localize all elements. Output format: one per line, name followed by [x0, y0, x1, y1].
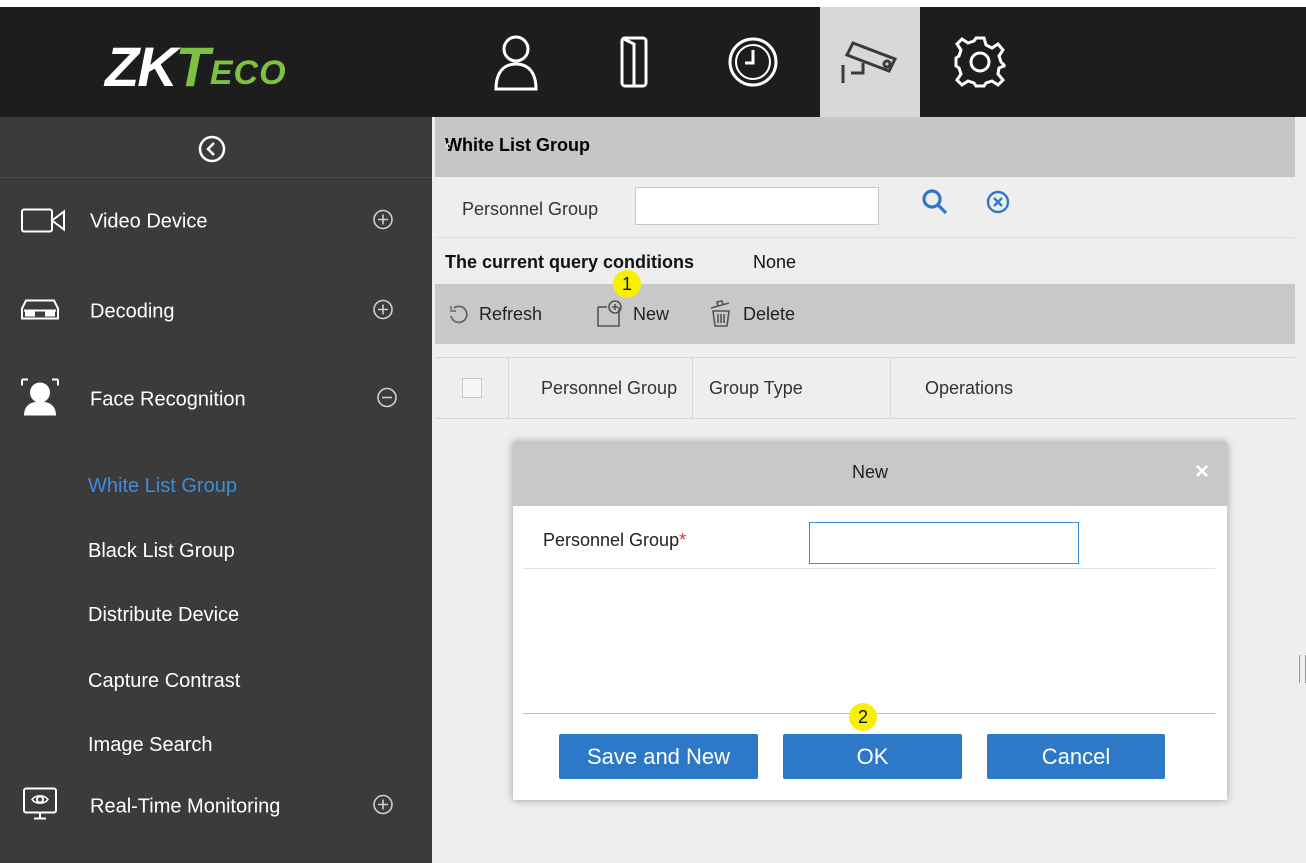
add-document-icon: [597, 300, 622, 327]
face-icon: [20, 378, 60, 423]
dialog-title: New: [851, 462, 888, 482]
refresh-button[interactable]: Refresh: [447, 284, 542, 344]
page-title-bar: White List Group ‹: [435, 117, 1295, 177]
sidebar: Video Device Decoding Face Recognition W…: [0, 117, 432, 863]
sidebar-menu-real-time-monitoring[interactable]: Real-Time Monitoring: [0, 777, 432, 837]
sidebar-item-black-list-group[interactable]: Black List Group: [88, 540, 235, 563]
save-and-new-button[interactable]: Save and New: [559, 734, 758, 779]
expand-icon[interactable]: [372, 794, 394, 821]
zkteco-logo: ZK T ECO: [105, 35, 287, 95]
sidebar-menu-label: Real-Time Monitoring: [90, 795, 281, 818]
expand-icon[interactable]: [372, 209, 394, 236]
search-icon[interactable]: [920, 187, 950, 222]
close-icon[interactable]: ×: [1195, 460, 1209, 484]
logo-eco: ECO: [209, 54, 287, 92]
sidebar-item-capture-contrast[interactable]: Capture Contrast: [88, 670, 240, 693]
sidebar-item-white-list-group[interactable]: White List Group: [88, 475, 237, 498]
query-conditions-value: None: [753, 252, 797, 272]
field-label-text: Personnel Group: [543, 530, 680, 550]
person-icon[interactable]: [466, 7, 566, 117]
sidebar-collapse-icon[interactable]: [197, 134, 227, 164]
toolbar: Refresh New Delete: [435, 284, 1295, 344]
sidebar-item-distribute-device[interactable]: Distribute Device: [88, 604, 239, 627]
decoder-icon: [20, 299, 60, 326]
clear-filter-icon[interactable]: [985, 189, 1011, 220]
dialog-divider: [523, 568, 1215, 569]
column-header-group-type[interactable]: Group Type: [693, 358, 891, 418]
resize-handle[interactable]: [1299, 655, 1306, 683]
query-conditions: The current query conditions None: [435, 238, 1295, 284]
refresh-icon: [450, 305, 468, 324]
personnel-group-field-label: Personnel Group*: [543, 530, 686, 551]
delete-label: Delete: [743, 303, 796, 324]
trash-icon: [710, 300, 730, 327]
select-all-cell: [435, 358, 509, 418]
new-group-dialog: New × Personnel Group* Save and New OK C…: [513, 442, 1227, 800]
sidebar-menu-label: Face Recognition: [90, 388, 246, 411]
dialog-header: New ×: [513, 442, 1227, 506]
logo-zk: ZK: [105, 35, 178, 98]
door-icon[interactable]: [584, 7, 684, 117]
cancel-button[interactable]: Cancel: [987, 734, 1165, 779]
video-camera-icon: [20, 205, 70, 240]
filter-bar: Personnel Group: [435, 177, 1295, 238]
column-header-personnel-group[interactable]: Personnel Group: [509, 358, 693, 418]
refresh-label: Refresh: [479, 303, 543, 324]
logo-t: T: [175, 35, 210, 98]
select-all-checkbox[interactable]: [461, 378, 482, 398]
sidebar-divider: [0, 177, 432, 178]
step-marker-1: 1: [613, 270, 641, 298]
gear-icon[interactable]: [930, 7, 1030, 117]
table-header: Personnel Group Group Type Operations: [435, 357, 1295, 419]
sidebar-menu-video-device[interactable]: Video Device: [0, 192, 432, 252]
chevron-left-icon[interactable]: ‹: [445, 137, 1285, 155]
personnel-group-filter-input[interactable]: [635, 187, 879, 225]
sidebar-item-image-search[interactable]: Image Search: [88, 734, 213, 757]
sidebar-menu-label: Video Device: [90, 210, 208, 233]
personnel-group-input[interactable]: [809, 522, 1079, 564]
sidebar-menu-face-recognition[interactable]: Face Recognition: [0, 370, 432, 430]
expand-icon[interactable]: [372, 299, 394, 326]
collapse-icon[interactable]: [376, 387, 398, 414]
monitor-icon: [20, 787, 60, 828]
delete-button[interactable]: Delete: [707, 284, 795, 344]
sidebar-menu-decoding[interactable]: Decoding: [0, 282, 432, 342]
camera-icon[interactable]: [820, 7, 920, 117]
step-marker-2: 2: [849, 703, 877, 731]
clock-icon[interactable]: [703, 7, 803, 117]
column-header-operations: Operations: [925, 377, 1014, 398]
required-mark: *: [679, 530, 687, 550]
filter-label: Personnel Group: [462, 199, 599, 219]
query-conditions-label: The current query conditions: [445, 252, 695, 272]
ok-button[interactable]: OK: [783, 734, 962, 779]
sidebar-menu-label: Decoding: [90, 300, 175, 323]
new-label: New: [633, 303, 670, 324]
